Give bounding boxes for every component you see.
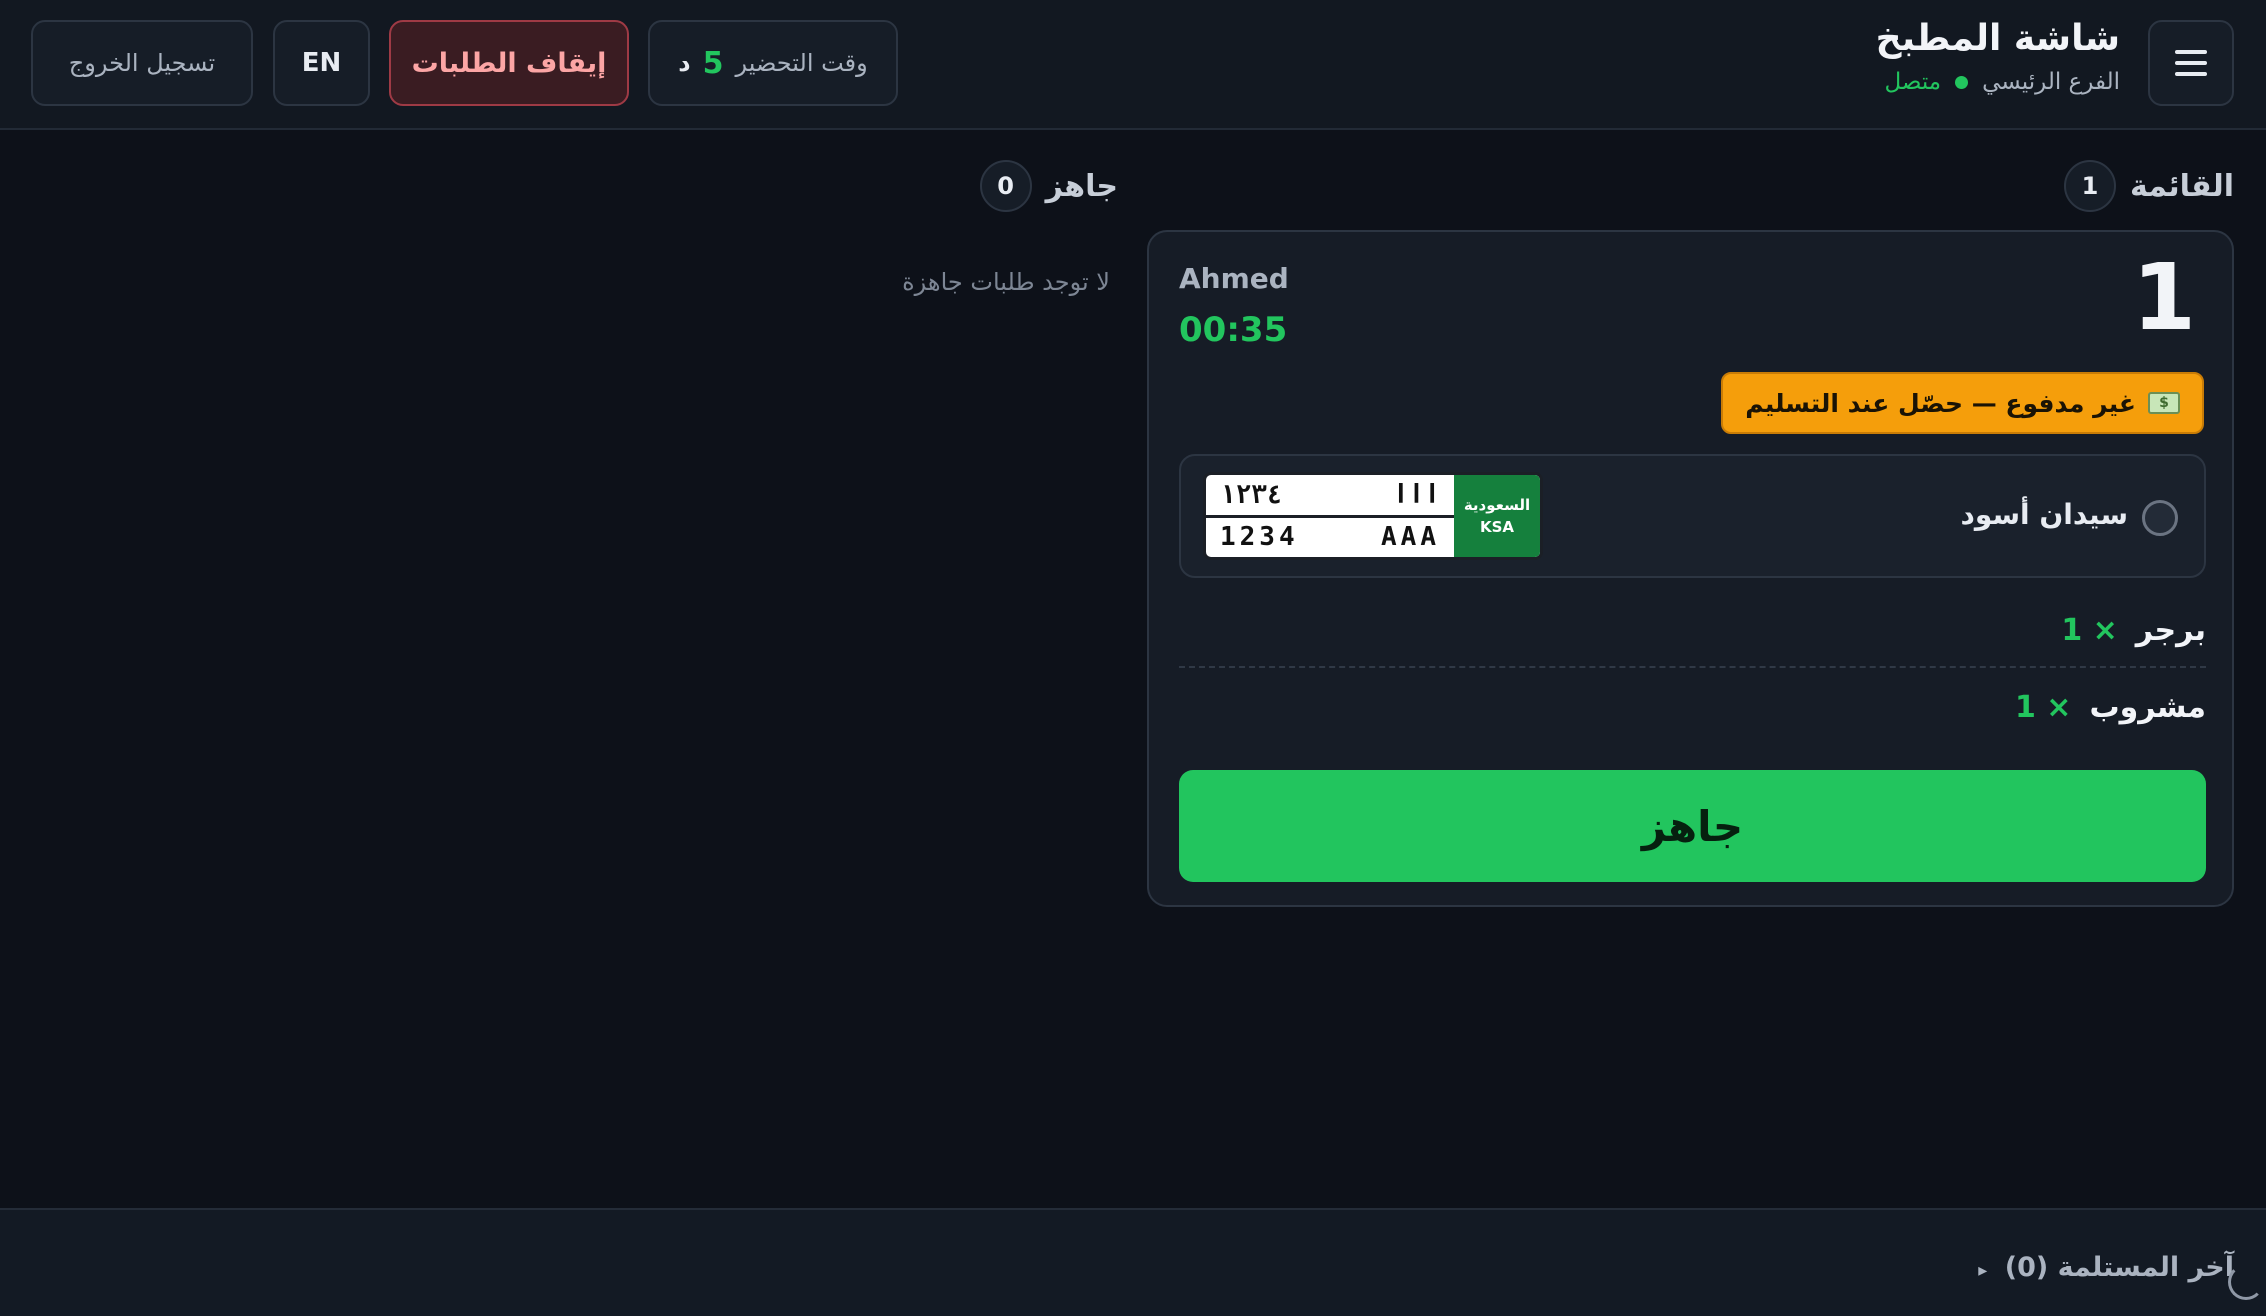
queue-count-badge: 1	[2064, 160, 2117, 212]
queue-title: القائمة	[2130, 168, 2234, 204]
status-line: الفرع الرئيسي متصل	[1876, 69, 2120, 95]
plate-arabic-letters: ااا	[1393, 479, 1440, 510]
prep-time-label: وقت التحضير	[735, 49, 868, 77]
cash-icon: $	[2148, 392, 2180, 414]
order-item-qty: × 1	[2014, 689, 2072, 725]
ready-count-badge: 0	[979, 160, 1032, 212]
plate-main: ١٢٣٤ ااا 1234 AAA	[1206, 475, 1454, 557]
ready-empty-message: لا توجد طلبات جاهزة	[902, 268, 1110, 296]
car-info-panel: سيدان أسود ١٢٣٤ ااا 1234 AAA السعودية KS…	[1179, 454, 2206, 578]
mark-ready-button[interactable]: جاهز	[1179, 770, 2206, 882]
order-item-name: مشروب	[2089, 689, 2206, 725]
menu-button[interactable]	[2148, 20, 2234, 106]
hamburger-icon	[2175, 50, 2207, 76]
payment-status-badge: $ غير مدفوع — حصّل عند التسليم	[1721, 372, 2204, 434]
ready-header: جاهز 0	[979, 160, 1118, 212]
car-description: سيدان أسود	[1960, 498, 2128, 531]
recent-orders-toggle[interactable]: آخر المستلمة (0) ▸	[1978, 1252, 2234, 1283]
connection-status: متصل	[1884, 69, 1942, 95]
spinner-icon	[2228, 1264, 2264, 1300]
plate-country-en: KSA	[1479, 518, 1515, 536]
license-plate: ١٢٣٤ ااا 1234 AAA السعودية KSA	[1203, 472, 1543, 560]
plate-arabic-digits: ١٢٣٤	[1220, 479, 1283, 510]
order-item-name: برجر	[2135, 612, 2206, 648]
recent-orders-bar: آخر المستلمة (0) ▸	[0, 1208, 2266, 1316]
order-card: 1 Ahmed 00:35 $ غير مدفوع — حصّل عند الت…	[1147, 230, 2234, 907]
plate-arabic-row: ١٢٣٤ ااا	[1206, 475, 1454, 518]
expand-arrow-icon: ▸	[1978, 1260, 1988, 1281]
status-dot-icon	[1955, 75, 1969, 89]
car-arrived-radio[interactable]	[2142, 500, 2178, 536]
prep-time-button[interactable]: وقت التحضير 5 د	[648, 20, 898, 106]
order-item: مشروب × 1	[1179, 670, 2206, 744]
plate-latin-letters: AAA	[1381, 522, 1440, 553]
logout-button[interactable]: تسجيل الخروج	[31, 20, 253, 106]
prep-time-value: 5	[702, 45, 724, 81]
prep-time-unit: د	[678, 49, 691, 77]
order-number: 1	[2131, 244, 2196, 351]
title-block: شاشة المطبخ الفرع الرئيسي متصل	[1876, 18, 2120, 95]
order-item-qty: × 1	[2061, 612, 2118, 648]
plate-latin-row: 1234 AAA	[1206, 518, 1454, 558]
recent-orders-label: آخر المستلمة (0)	[2004, 1252, 2234, 1283]
plate-country-strip: السعودية KSA	[1454, 475, 1540, 557]
branch-name: الفرع الرئيسي	[1982, 69, 2120, 95]
top-bar: شاشة المطبخ الفرع الرئيسي متصل وقت التحض…	[0, 0, 2266, 130]
payment-status-text: غير مدفوع — حصّل عند التسليم	[1745, 388, 2136, 418]
order-item: برجر × 1	[1179, 594, 2206, 668]
queue-header: القائمة 1	[2064, 160, 2234, 212]
page-title: شاشة المطبخ	[1875, 18, 2120, 59]
plate-latin-digits: 1234	[1220, 522, 1299, 553]
ready-title: جاهز	[1045, 168, 1118, 204]
language-toggle-button[interactable]: EN	[273, 20, 370, 106]
plate-country-ar: السعودية	[1463, 495, 1531, 514]
pause-orders-button[interactable]: إيقاف الطلبات	[389, 20, 629, 106]
customer-name: Ahmed	[1179, 262, 1289, 295]
order-timer: 00:35	[1179, 310, 1288, 350]
